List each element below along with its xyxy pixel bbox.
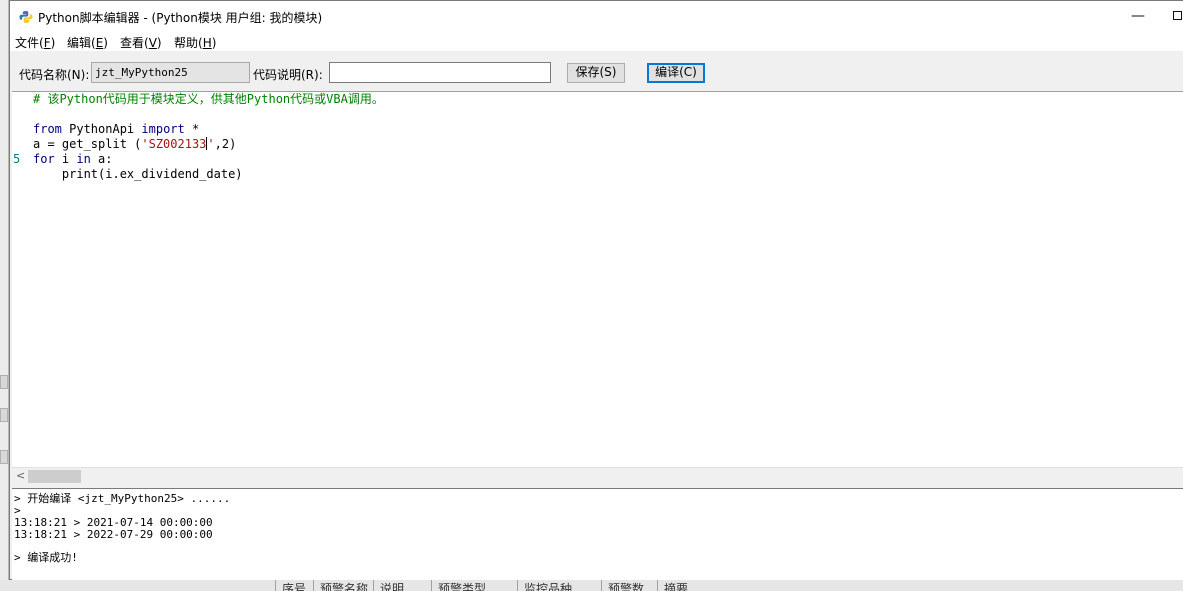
background-column-header: 说明 — [373, 580, 431, 591]
output-line: 13:18:21 > 2022-07-29 00:00:00 — [14, 528, 213, 541]
background-element — [0, 375, 8, 389]
code-line-import: from PythonApi import * — [33, 122, 200, 136]
background-window-edge — [0, 0, 9, 591]
code-description-input[interactable] — [329, 62, 551, 83]
output-line: > 编译成功! — [14, 551, 78, 564]
background-column-header: 预警数 — [601, 580, 657, 591]
line-number: 5 — [13, 152, 21, 166]
background-column-header: 序号 — [275, 580, 313, 591]
scroll-left-arrow-icon[interactable]: < — [16, 469, 25, 482]
background-element — [0, 408, 8, 422]
line-number-gutter: 5 — [12, 92, 33, 467]
horizontal-scrollbar[interactable]: < — [12, 467, 1183, 484]
maximize-icon — [1172, 11, 1182, 20]
code-name-field[interactable]: jzt_MyPython25 — [91, 62, 250, 83]
menu-edit[interactable]: 编辑(E) — [67, 34, 108, 51]
toolbar: 代码名称(N): jzt_MyPython25 代码说明(R): 保存(S) 编… — [10, 51, 1183, 91]
output-line: > 开始编译 <jzt_MyPython25> ...... — [14, 492, 231, 505]
background-column-header: 预警类型 — [431, 580, 517, 591]
code-line-for-loop: for i in a: — [33, 152, 113, 166]
background-column-header: 监控品种 — [517, 580, 601, 591]
menu-view[interactable]: 查看(V) — [120, 34, 162, 51]
python-app-icon — [19, 11, 33, 23]
background-column-header: 预警名称 — [313, 580, 373, 591]
code-line-comment: # 该Python代码用于模块定义，供其他Python代码或VBA调用。 — [33, 92, 384, 106]
code-editor[interactable]: 5 # 该Python代码用于模块定义，供其他Python代码或VBA调用。 f… — [12, 91, 1183, 484]
save-button[interactable]: 保存(S) — [567, 63, 625, 83]
background-table-header: 序号 预警名称 说明 预警类型 监控品种 预警数 摘要 — [0, 580, 1183, 591]
background-element — [0, 450, 8, 464]
code-name-label: 代码名称(N): — [19, 68, 90, 82]
menu-help[interactable]: 帮助(H) — [174, 34, 216, 51]
output-panel: > 开始编译 <jzt_MyPython25> ...... > 13:18:2… — [12, 488, 1183, 580]
minimize-button[interactable]: — — [1124, 6, 1152, 26]
menu-file[interactable]: 文件(F) — [15, 34, 55, 51]
code-line-print: print(i.ex_dividend_date) — [33, 167, 243, 181]
title-bar[interactable]: Python脚本编辑器 - (Python模块 用户组: 我的模块) — — [10, 1, 1183, 31]
code-line-assignment: a = get_split ('SZ002133',2) — [33, 137, 237, 151]
menu-bar: 文件(F) 编辑(E) 查看(V) 帮助(H) — [10, 31, 1183, 51]
background-column-header: 摘要 — [657, 580, 847, 591]
code-description-label: 代码说明(R): — [253, 68, 323, 82]
scrollbar-thumb[interactable] — [28, 470, 81, 483]
window-title: Python脚本编辑器 - (Python模块 用户组: 我的模块) — [38, 11, 323, 25]
python-script-editor-window: Python脚本编辑器 - (Python模块 用户组: 我的模块) — 文件(… — [9, 0, 1183, 580]
maximize-button[interactable] — [1170, 6, 1183, 26]
compile-button[interactable]: 编译(C) — [647, 63, 705, 83]
